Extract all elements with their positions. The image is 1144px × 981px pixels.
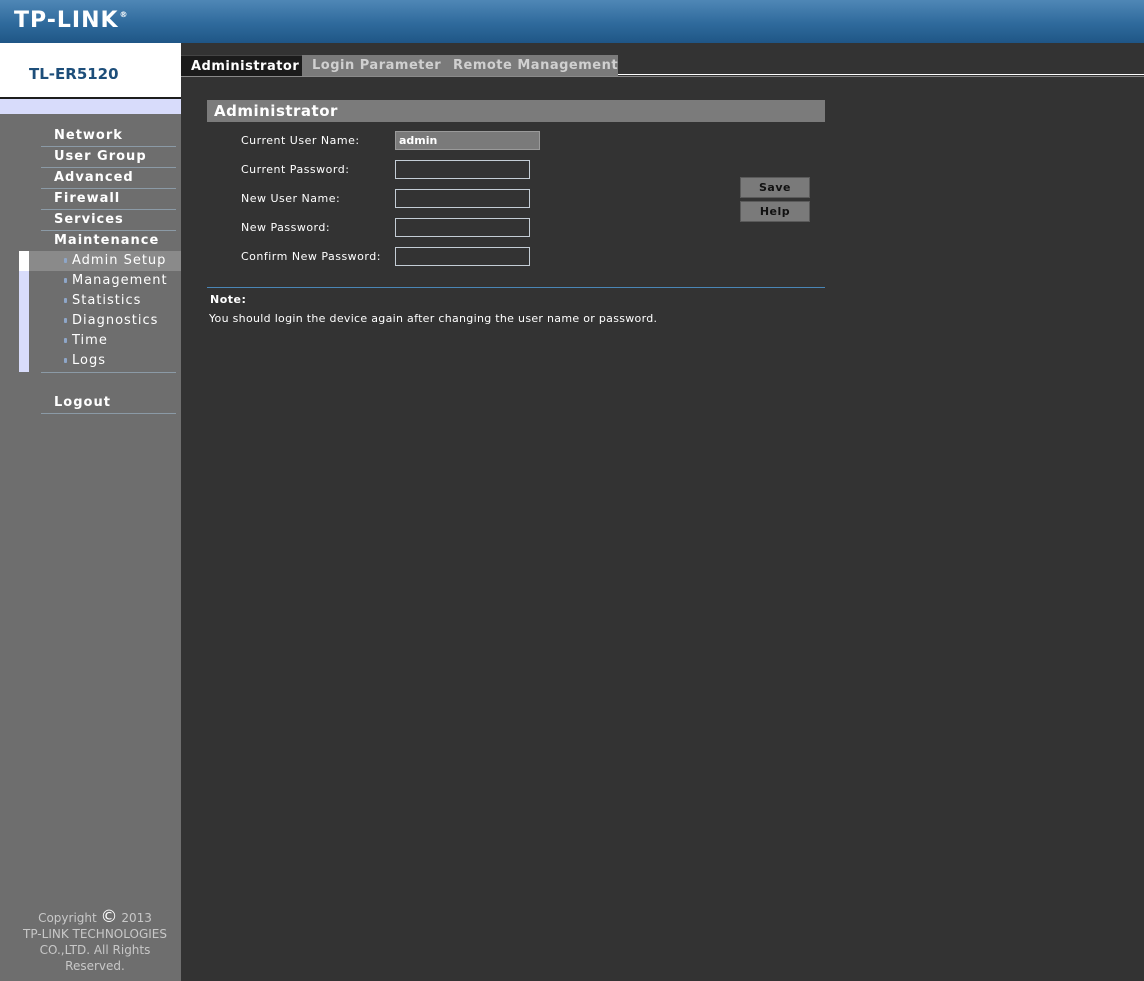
menu-logout[interactable]: Logout [41, 393, 176, 414]
copyright: Copyright © 2013 TP-LINK TECHNOLOGIES CO… [10, 909, 180, 974]
current-password-field[interactable] [395, 160, 530, 179]
help-button[interactable]: Help [740, 201, 810, 222]
menu-firewall[interactable]: Firewall [41, 189, 176, 210]
tab-administrator[interactable]: Administrator [181, 55, 302, 76]
menu-label: Maintenance [54, 233, 160, 248]
submenu-divider [41, 372, 176, 373]
model-band [0, 99, 181, 114]
confirm-password-label: Confirm New Password: [241, 250, 381, 263]
menu-label: Advanced [54, 170, 134, 185]
menu-user-group[interactable]: User Group [41, 147, 176, 168]
submenu-time[interactable]: Time [29, 331, 181, 351]
menu-network[interactable]: Network [41, 126, 176, 147]
tab-login-parameter[interactable]: Login Parameter [302, 55, 443, 76]
copyright-year: 2013 [121, 911, 152, 925]
bullet-icon [64, 358, 67, 363]
bullet-icon [64, 258, 67, 263]
submenu-label: Admin Setup [72, 253, 167, 268]
new-password-label: New Password: [241, 221, 331, 234]
submenu-label: Diagnostics [72, 313, 159, 328]
tab-remote-management[interactable]: Remote Management [443, 55, 618, 76]
submenu-label: Management [72, 273, 168, 288]
logout-label: Logout [54, 395, 111, 410]
new-user-label: New User Name: [241, 192, 341, 205]
bullet-icon [64, 318, 67, 323]
copyright-word: Copyright [38, 911, 97, 925]
top-header: TP-LINK® [0, 0, 1144, 43]
bullet-icon [64, 278, 67, 283]
submenu-label: Time [72, 333, 108, 348]
submenu-admin-setup[interactable]: Admin Setup [29, 251, 181, 271]
bullet-icon [64, 338, 67, 343]
copyright-line3: CO.,LTD. All Rights [39, 943, 151, 957]
current-password-label: Current Password: [241, 163, 350, 176]
menu-label: Firewall [54, 191, 121, 206]
tab-label: Login Parameter [312, 58, 442, 73]
copyright-line2: TP-LINK TECHNOLOGIES [23, 927, 167, 941]
current-user-field [395, 131, 540, 150]
submenu-label: Logs [72, 353, 106, 368]
tab-label: Remote Management [453, 58, 619, 73]
save-button[interactable]: Save [740, 177, 810, 198]
model-name: TL-ER5120 [29, 65, 119, 83]
copyright-line4: Reserved. [65, 959, 125, 973]
submenu-label: Statistics [72, 293, 142, 308]
section-title: Administrator [214, 102, 338, 120]
note-text: You should login the device again after … [209, 312, 658, 325]
copyright-symbol: © [100, 907, 118, 927]
menu-label: Network [54, 128, 123, 143]
new-password-field[interactable] [395, 218, 530, 237]
submenu-active-indicator [19, 251, 29, 271]
logo-text: TP-LINK [14, 8, 119, 33]
section-title-bar: Administrator [207, 100, 825, 122]
menu-advanced[interactable]: Advanced [41, 168, 176, 189]
registered-mark: ® [119, 10, 129, 19]
copyright-line1: Copyright © 2013 [10, 909, 180, 926]
submenu-management[interactable]: Management [29, 271, 181, 291]
confirm-password-field[interactable] [395, 247, 530, 266]
sidebar: TL-ER5120 Network User Group Advanced Fi… [0, 43, 181, 981]
menu-services[interactable]: Services [41, 210, 176, 231]
menu-maintenance[interactable]: Maintenance [41, 231, 176, 252]
model-box: TL-ER5120 [0, 43, 181, 99]
submenu-logs[interactable]: Logs [29, 351, 181, 371]
bullet-icon [64, 298, 67, 303]
tp-link-logo: TP-LINK® [14, 8, 129, 33]
note-title: Note: [210, 293, 247, 306]
tab-label: Administrator [191, 59, 300, 74]
submenu-diagnostics[interactable]: Diagnostics [29, 311, 181, 331]
menu-label: User Group [54, 149, 147, 164]
content-divider [207, 287, 825, 288]
submenu-statistics[interactable]: Statistics [29, 291, 181, 311]
menu-label: Services [54, 212, 124, 227]
new-user-field[interactable] [395, 189, 530, 208]
current-user-label: Current User Name: [241, 134, 360, 147]
